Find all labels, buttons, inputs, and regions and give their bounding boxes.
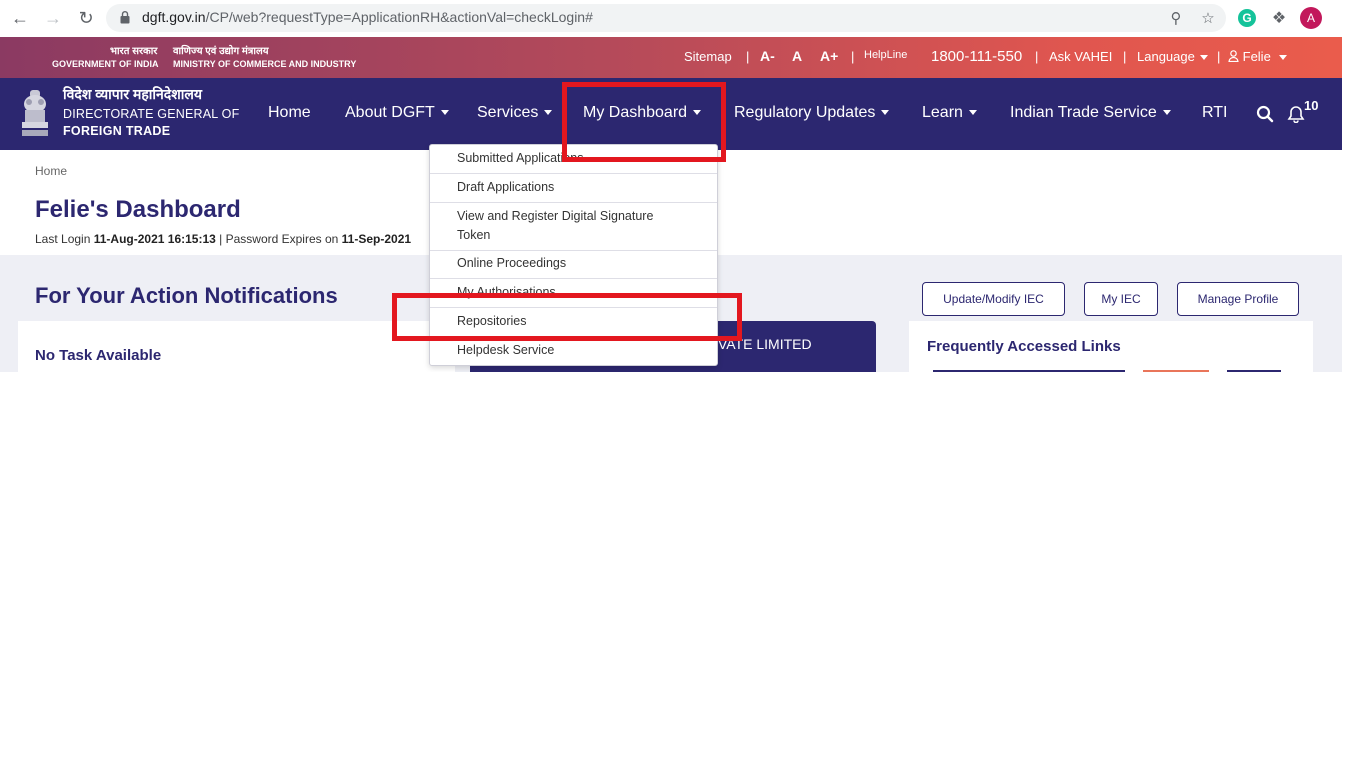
grammarly-extension-icon[interactable]: G <box>1238 9 1256 27</box>
bookmark-star-icon[interactable]: ☆ <box>1198 8 1218 28</box>
my-iec-button[interactable]: My IEC <box>1084 282 1158 316</box>
font-normal-button[interactable]: A <box>792 48 802 64</box>
user-menu[interactable]: Felie <box>1228 49 1287 64</box>
highlight-box-repositories <box>392 293 742 341</box>
nav-about-dgft[interactable]: About DGFT <box>345 104 449 122</box>
nav-services[interactable]: Services <box>477 104 553 122</box>
menu-item-helpdesk-service[interactable]: Helpdesk Service <box>430 341 717 360</box>
font-decrease-button[interactable]: A- <box>760 48 775 64</box>
menu-divider <box>430 202 717 203</box>
frequently-accessed-links-card: Frequently Accessed Links <box>909 321 1313 372</box>
browser-profile-avatar[interactable]: A <box>1300 7 1322 29</box>
separator: | <box>746 49 750 64</box>
menu-item-label: View and Register Digital Signature <box>457 209 654 223</box>
menu-item-draft-applications[interactable]: Draft Applications <box>430 178 717 197</box>
menu-divider <box>430 250 717 251</box>
ask-vahei-link[interactable]: Ask VAHEI <box>1049 49 1112 64</box>
ministry-label: MINISTRY OF COMMERCE AND INDUSTRY <box>173 59 357 69</box>
government-header-strip: भारत सरकार वाणिज्य एवं उद्योग मंत्रालय G… <box>0 37 1342 78</box>
update-modify-iec-button[interactable]: Update/Modify IEC <box>922 282 1065 316</box>
last-login-info: Last Login 11-Aug-2021 16:15:13 | Passwo… <box>35 232 412 246</box>
search-icon[interactable] <box>1256 105 1274 123</box>
brand-hindi-name: विदेश व्यापार महानिदेशालय <box>63 86 203 102</box>
sitemap-link[interactable]: Sitemap <box>684 49 732 64</box>
nav-rti[interactable]: RTI <box>1202 104 1227 122</box>
nav-regulatory-updates[interactable]: Regulatory Updates <box>734 104 890 122</box>
url-text: dgft.gov.in/CP/web?requestType=Applicati… <box>142 9 593 25</box>
blank-area <box>0 372 1366 768</box>
chevron-down-icon <box>1162 110 1171 116</box>
brand-name-line2: FOREIGN TRADE <box>63 124 171 138</box>
chevron-down-icon <box>440 110 449 116</box>
language-dropdown[interactable]: Language <box>1137 49 1208 64</box>
separator: | <box>1217 49 1221 64</box>
browser-toolbar: ← → ↻ dgft.gov.in/CP/web?requestType=App… <box>0 0 1366 37</box>
menu-item-digital-signature[interactable]: View and Register Digital Signature Toke… <box>430 207 717 245</box>
forward-arrow-icon[interactable]: → <box>41 7 65 29</box>
helpline-number[interactable]: 1800-111-550 <box>931 48 1022 65</box>
ministry-hindi-label: वाणिज्य एवं उद्योग मंत्रालय <box>173 46 269 57</box>
notification-bell-icon[interactable] <box>1287 105 1305 123</box>
chevron-down-icon <box>881 110 890 116</box>
breadcrumb[interactable]: Home <box>35 164 67 178</box>
notification-count-badge: 10 <box>1304 98 1319 113</box>
govt-label: GOVERNMENT OF INDIA <box>52 59 159 69</box>
manage-profile-button[interactable]: Manage Profile <box>1177 282 1299 316</box>
govt-hindi-label: भारत सरकार <box>110 46 158 57</box>
menu-item-label: Token <box>457 228 491 242</box>
chevron-down-icon <box>1278 55 1287 61</box>
reload-icon[interactable]: ↻ <box>74 7 98 29</box>
extensions-puzzle-icon[interactable]: ❖ <box>1270 9 1288 27</box>
nav-learn[interactable]: Learn <box>922 104 977 122</box>
notifications-heading: For Your Action Notifications <box>35 283 338 308</box>
nav-indian-trade-service[interactable]: Indian Trade Service <box>1010 104 1171 122</box>
chevron-down-icon <box>1199 55 1208 61</box>
separator: | <box>1123 49 1127 64</box>
back-arrow-icon[interactable]: ← <box>8 7 32 29</box>
task-card: No Task Available <box>18 321 455 372</box>
lock-icon <box>120 11 130 24</box>
page-title: Felie's Dashboard <box>35 196 241 223</box>
chevron-down-icon <box>544 110 553 116</box>
font-increase-button[interactable]: A+ <box>820 48 838 64</box>
brand-name-line1: DIRECTORATE GENERAL OF <box>63 107 240 121</box>
no-task-text: No Task Available <box>35 347 162 364</box>
menu-item-online-proceedings[interactable]: Online Proceedings <box>430 254 717 273</box>
highlight-box-my-dashboard <box>562 82 726 162</box>
national-emblem-logo[interactable] <box>16 86 54 140</box>
address-bar[interactable]: dgft.gov.in/CP/web?requestType=Applicati… <box>106 4 1226 32</box>
nav-home[interactable]: Home <box>268 104 311 122</box>
zoom-icon[interactable]: ⚲ <box>1166 8 1186 28</box>
chevron-down-icon <box>968 110 977 116</box>
frequently-accessed-links-heading: Frequently Accessed Links <box>927 338 1121 355</box>
separator: | <box>1035 49 1039 64</box>
user-icon <box>1228 50 1239 63</box>
menu-divider <box>430 173 717 174</box>
menu-divider <box>430 278 717 279</box>
separator: | <box>851 49 855 64</box>
helpline-label: HelpLine <box>864 49 908 61</box>
